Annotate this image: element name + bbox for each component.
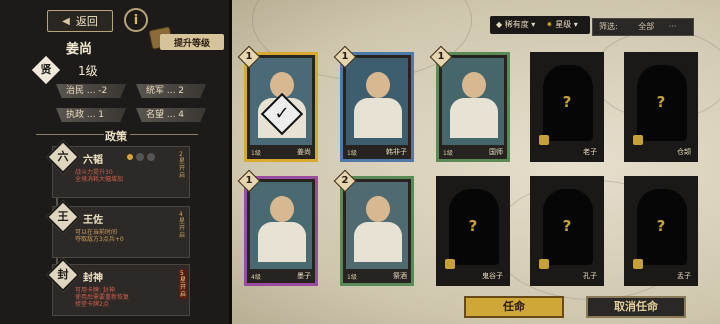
chevron-down-icon: ▾	[573, 20, 578, 29]
question-mark-icon: ?	[562, 93, 572, 111]
hero-detail-panel: ◀ 返回 i 姜尚 提升等级 贤 1级 治民 ... -2 统军 ... 2 执…	[0, 0, 232, 324]
figure-body	[450, 98, 498, 138]
hero-card[interactable]: 1级 1 韩非子	[333, 45, 414, 162]
question-mark-icon: ?	[656, 93, 666, 111]
policy-desc: 战斗力提升30 全境消耗大幅增加	[75, 169, 124, 183]
sort-bar: ◆ 稀有度 ▾ ✷ 星级 ▾	[490, 16, 590, 34]
stat-administration: 执政 ... 1	[56, 108, 126, 122]
hero-name: 姜尚	[66, 42, 93, 57]
hero-card[interactable]: 4级 1 墨子	[237, 169, 318, 286]
lock-icon	[633, 135, 643, 145]
filter-dropdown[interactable]: 筛选: 全部 ···	[592, 18, 694, 36]
policy-card[interactable]: 王 王佐 可以在当前时间 夺取敌方3点兵+0 4星开启	[46, 200, 190, 258]
question-mark-icon: ?	[562, 217, 572, 235]
policy-unlock-note: 2星开启	[179, 151, 186, 179]
hero-portrait	[250, 182, 312, 269]
card-level: 1级	[443, 150, 453, 157]
card-name: 孔子	[583, 272, 597, 280]
card-name: 祭酒	[393, 272, 407, 280]
star-icon: ✷	[546, 20, 553, 29]
hero-portrait	[346, 182, 408, 269]
hero-card[interactable]: 1级 2 祭酒	[333, 169, 414, 286]
card-name: 韩非子	[386, 148, 407, 156]
appoint-button[interactable]: 任命	[464, 296, 564, 318]
policy-desc: 可用卡牌: 封神 使用后需要重新恢复 修堂卡牌2点	[75, 287, 130, 308]
card-name: 孟子	[677, 272, 691, 280]
info-icon[interactable]: i	[124, 8, 148, 32]
back-arrow-icon: ◀	[62, 15, 70, 27]
cancel-appoint-button[interactable]: 取消任命	[586, 296, 686, 318]
lock-icon	[539, 259, 549, 269]
figure-head	[462, 72, 486, 98]
card-level: 1级	[347, 274, 357, 281]
figure-body	[258, 222, 306, 262]
rank-char: 贤	[40, 63, 52, 76]
divider	[130, 134, 198, 135]
policy-card[interactable]: 六 六韬 战斗力提升30 全境消耗大幅增加 2星开启	[46, 140, 190, 198]
card-name: 鬼谷子	[482, 272, 503, 280]
card-level: 4级	[251, 274, 261, 281]
hero-level: 1级	[78, 64, 98, 78]
back-button[interactable]: ◀ 返回	[47, 10, 113, 32]
card-name: 国师	[489, 148, 503, 156]
more-icon: ···	[668, 22, 677, 31]
hero-portrait	[346, 58, 408, 145]
stat-military: 统军 ... 2	[136, 84, 206, 98]
rank-badge: 贤	[31, 55, 61, 85]
card-level: 1级	[347, 150, 357, 157]
hero-portrait	[442, 58, 504, 145]
hero-card[interactable]: ? 仓颉	[624, 52, 698, 162]
hero-card[interactable]: ? 孔子	[530, 176, 604, 286]
hero-card[interactable]: 1级 1 国师	[429, 45, 510, 162]
figure-head	[366, 72, 390, 98]
upgrade-level-button[interactable]: 提升等级	[160, 34, 224, 50]
figure-body	[354, 222, 402, 262]
stat-reputation: 名望 ... 4	[136, 108, 206, 122]
policy-name: 王佐	[83, 215, 103, 226]
policy-cost	[127, 153, 155, 161]
policy-unlock-note: 5星开启	[179, 269, 187, 299]
policy-desc: 可以在当前时间 夺取敌方3点兵+0	[75, 229, 124, 243]
figure-head	[270, 196, 294, 222]
lock-icon	[539, 135, 549, 145]
question-mark-icon: ?	[656, 217, 666, 235]
hero-card[interactable]: ? 老子	[530, 52, 604, 162]
figure-body	[354, 98, 402, 138]
stat-governance: 治民 ... -2	[56, 84, 126, 98]
question-mark-icon: ?	[468, 217, 478, 235]
sort-star[interactable]: ✷ 星级 ▾	[546, 19, 578, 30]
hero-card[interactable]: ? 鬼谷子	[436, 176, 510, 286]
sort-rarity[interactable]: ◆ 稀有度 ▾	[496, 19, 535, 30]
hero-card[interactable]: 1级 1 ✓ 姜尚	[237, 45, 318, 162]
policy-card[interactable]: 封 封神 可用卡牌: 封神 使用后需要重新恢复 修堂卡牌2点 5星开启	[46, 258, 190, 316]
dot-icon	[147, 153, 155, 161]
policy-name: 六韬	[83, 155, 103, 166]
diamond-icon: ◆	[496, 20, 503, 29]
hero-card[interactable]: ? 孟子	[624, 176, 698, 286]
card-name: 仓颉	[677, 148, 691, 156]
policy-unlock-note: 4星开启	[179, 211, 186, 239]
card-name: 墨子	[297, 272, 311, 280]
lock-icon	[445, 259, 455, 269]
chevron-down-icon: ▾	[531, 20, 536, 29]
dot-icon	[136, 153, 144, 161]
back-label: 返回	[75, 15, 98, 28]
policy-section-title: 政策	[105, 130, 127, 143]
card-name: 老子	[583, 148, 597, 156]
card-name: 姜尚	[297, 148, 311, 156]
lock-icon	[633, 259, 643, 269]
card-level: 1级	[251, 150, 261, 157]
coin-icon	[127, 154, 133, 160]
figure-head	[366, 196, 390, 222]
policy-name: 封神	[83, 273, 103, 284]
